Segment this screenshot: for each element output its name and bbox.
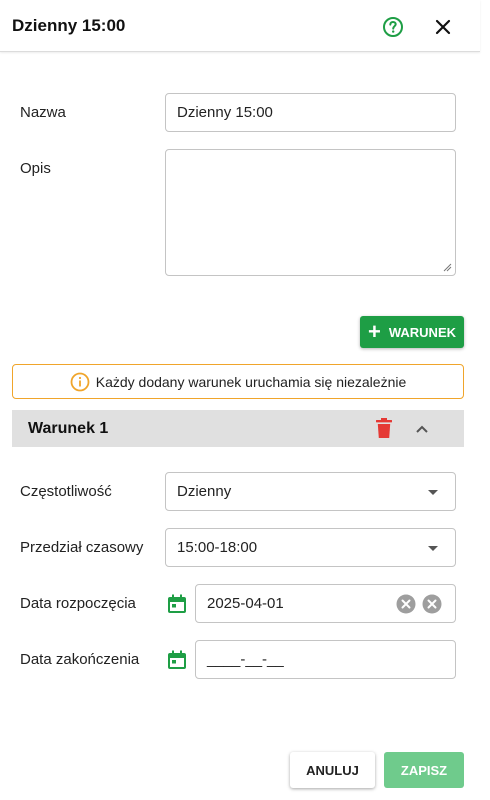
start-date-input[interactable]: 2025-04-01 (195, 584, 456, 623)
description-textarea[interactable] (165, 149, 456, 276)
frequency-label: Częstotliwość (20, 483, 112, 500)
start-date-label: Data rozpoczęcia (20, 595, 136, 612)
end-date-value: ____-__-__ (207, 651, 284, 668)
condition-title: Warunek 1 (28, 420, 109, 437)
calendar-icon[interactable] (166, 593, 188, 615)
start-date-value: 2025-04-01 (207, 595, 284, 612)
info-icon (70, 372, 90, 391)
add-condition-label: WARUNEK (388, 324, 457, 340)
help-circle-icon[interactable] (382, 16, 404, 38)
timerange-label: Przedział czasowy (20, 539, 144, 556)
frequency-select[interactable]: Dzienny (165, 472, 456, 511)
timerange-value: 15:00-18:00 (177, 539, 258, 556)
name-input-value: Dzienny 15:00 (177, 104, 273, 121)
name-input[interactable]: Dzienny 15:00 (165, 93, 456, 132)
end-date-label: Data zakończenia (20, 651, 140, 668)
plus-icon: + (367, 319, 381, 344)
condition-section-header[interactable]: Warunek 1 (12, 410, 464, 447)
close-icon[interactable] (432, 16, 454, 38)
resize-grip-icon[interactable] (443, 263, 452, 272)
name-label: Nazwa (20, 104, 66, 121)
chevron-up-icon[interactable] (413, 420, 431, 443)
cancel-button[interactable]: ANULUJ (290, 752, 375, 788)
clear-icon[interactable] (422, 594, 442, 614)
description-label: Opis (20, 160, 51, 177)
trash-icon[interactable] (375, 418, 393, 444)
save-button[interactable]: ZAPISZ (384, 752, 464, 788)
info-text: Każdy dodany warunek uruchamia się nieza… (95, 373, 407, 390)
frequency-value: Dzienny (177, 483, 232, 500)
dialog-title: Dzienny 15:00 (12, 16, 126, 35)
timerange-select[interactable]: 15:00-18:00 (165, 528, 456, 567)
dropdown-arrow-icon (428, 546, 438, 551)
dialog-header: Dzienny 15:00 (0, 0, 480, 52)
add-condition-button[interactable]: + WARUNEK (360, 316, 464, 348)
end-date-input[interactable]: ____-__-__ (195, 640, 456, 679)
clear-icon[interactable] (396, 594, 416, 614)
dropdown-arrow-icon (428, 490, 438, 495)
info-banner: Każdy dodany warunek uruchamia się nieza… (12, 364, 464, 399)
calendar-icon[interactable] (166, 649, 188, 671)
